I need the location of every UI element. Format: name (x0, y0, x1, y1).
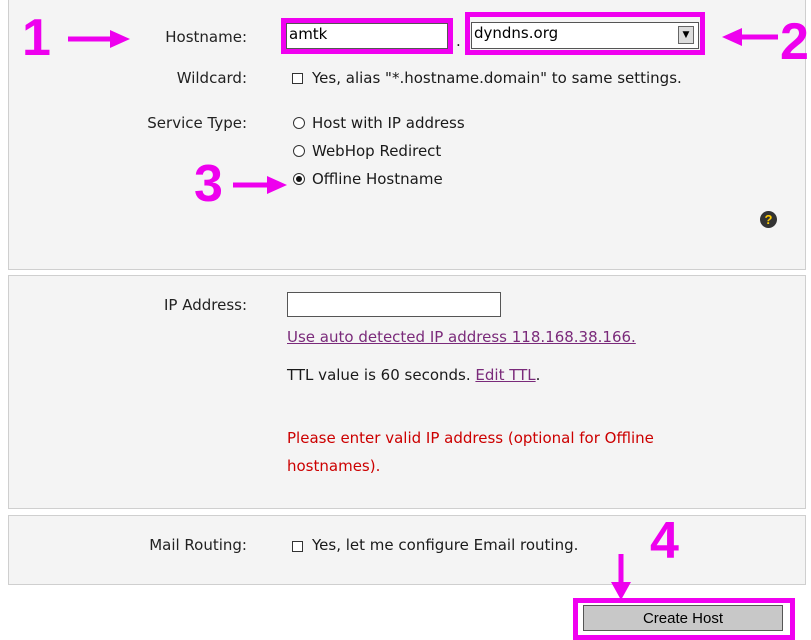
hostname-separator: . (456, 32, 461, 50)
arrow-right-icon (68, 30, 130, 48)
arrow-right-icon (233, 176, 287, 194)
ttl-suffix: . (535, 366, 541, 384)
wildcard-option-label: Yes, alias "*.hostname.domain" to same s… (312, 69, 682, 87)
radio-webhop-redirect-label: WebHop Redirect (312, 142, 442, 160)
mail-routing-checkbox[interactable] (292, 541, 303, 552)
arrow-left-icon (722, 28, 778, 46)
domain-select-value: dyndns.org (474, 24, 559, 42)
wildcard-checkbox[interactable] (292, 73, 303, 84)
ip-address-label: IP Address: (163, 296, 247, 314)
ttl-text: TTL value is 60 seconds. (287, 366, 471, 384)
mail-routing-option-label: Yes, let me configure Email routing. (312, 536, 579, 554)
service-type-label: Service Type: (147, 114, 247, 132)
radio-webhop-redirect[interactable] (293, 145, 305, 157)
help-icon[interactable]: ? (760, 211, 777, 228)
arrow-down-icon (611, 554, 631, 600)
chevron-down-icon[interactable]: ▼ (678, 26, 694, 44)
create-host-button[interactable]: Create Host (583, 605, 783, 631)
annotation-1: 1 (22, 9, 51, 67)
radio-offline-hostname[interactable] (293, 173, 305, 185)
annotation-2: 2 (780, 13, 809, 71)
ttl-line: TTL value is 60 seconds. Edit TTL. (287, 366, 540, 384)
annotation-3: 3 (194, 155, 223, 213)
radio-host-with-ip[interactable] (293, 117, 305, 129)
radio-host-with-ip-label: Host with IP address (312, 114, 465, 132)
annotation-4: 4 (650, 512, 679, 570)
wildcard-label: Wildcard: (176, 69, 247, 87)
ip-address-input[interactable] (287, 292, 501, 317)
mail-routing-label: Mail Routing: (149, 536, 247, 554)
radio-offline-hostname-label: Offline Hostname (312, 170, 443, 188)
ip-error-line-1: Please enter valid IP address (optional … (287, 429, 654, 447)
domain-select[interactable]: dyndns.org (471, 22, 699, 49)
auto-detect-ip-link[interactable]: Use auto detected IP address 118.168.38.… (287, 328, 636, 346)
hostname-input[interactable]: amtk (286, 23, 448, 49)
ip-error-line-2: hostnames). (287, 457, 381, 475)
edit-ttl-link[interactable]: Edit TTL (475, 366, 535, 384)
